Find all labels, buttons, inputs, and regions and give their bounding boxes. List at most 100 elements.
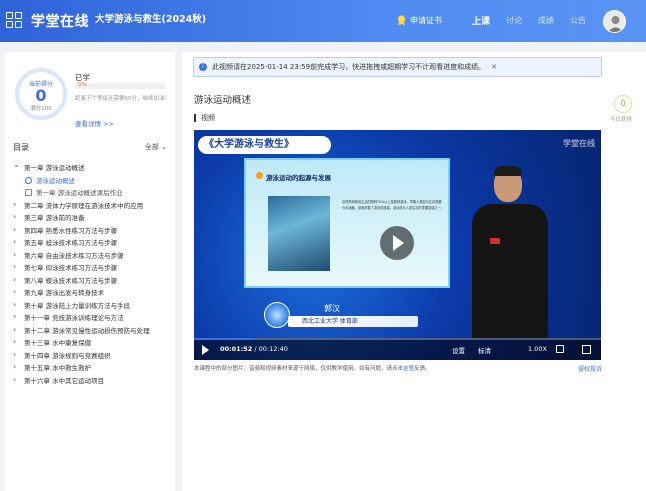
toc-item-label: 第十四章 游泳规则与竞赛组织	[24, 351, 111, 360]
toc-item-label: 第十章 游泳陆上力量训练方法与手段	[24, 301, 131, 310]
slide-bullet-icon	[256, 172, 263, 179]
main-content: i 此视频请在2025-01-14 23:59前完成学习，快进拖拽或超期学习不计…	[182, 52, 646, 491]
disclaimer-end: 反馈。	[414, 366, 431, 372]
toc-item-label: 第六章 自由泳技术练习方法与步骤	[24, 251, 124, 260]
seek-fill	[194, 338, 254, 340]
control-play-icon[interactable]	[202, 345, 209, 355]
video-player[interactable]: 《大学游泳与救生》 学堂在线 游泳运动的起源与发展 自然界和陆地生活的物种70%…	[194, 130, 601, 360]
seek-bar[interactable]	[194, 338, 601, 340]
score-ring: 当前得分 0 满分100	[15, 68, 67, 120]
top-nav: 申请证书 上课 讨论 成绩 公告	[397, 14, 586, 27]
slide-title: 游泳运动的起源与发展	[266, 174, 331, 182]
toc-chapter[interactable]: 第五章 蛙泳技术练习方法与步骤	[10, 237, 170, 250]
user-avatar-icon	[607, 16, 624, 32]
toc-chapter[interactable]: 第四章 熟悉水性练习方法与步骤	[10, 225, 170, 238]
toc-item-label: 第九章 游泳出发与转身技术	[24, 289, 105, 297]
fullscreen-icon[interactable]	[582, 345, 591, 354]
learn-progress-bar: 0%	[75, 82, 165, 89]
document-icon	[25, 189, 32, 196]
toc-item-label: 第七章 仰泳技术练习方法与步骤	[24, 264, 118, 272]
close-notice-icon[interactable]: ✕	[491, 63, 497, 71]
avatar[interactable]	[603, 10, 626, 33]
top-bar: 学堂在线 大学游泳与救生(2024秋) 申请证书 上课 讨论 成绩 公告	[0, 0, 646, 42]
speed-button[interactable]: 1.00X	[528, 345, 547, 353]
toc-chapter[interactable]: 第二章 流体力学原理在游泳技术中的应用	[10, 200, 170, 213]
time-display: 00:01:52 / 00:12:40	[220, 345, 288, 353]
video-watermark: 学堂在线	[563, 139, 595, 148]
apply-cert-label: 申请证书	[409, 16, 442, 25]
presenter-nameplate: 郭汉 西北工业大学 体育部	[264, 302, 424, 330]
time-total: 00:12:40	[258, 345, 288, 353]
level-hint: 距离下个等级还需要60分，继续加油！	[75, 96, 170, 102]
video-lesson-icon	[25, 176, 32, 184]
notice-text: 此视频请在2025-01-14 23:59前完成学习，快进拖拽或超期学习不计观看…	[212, 63, 486, 71]
toc-item-label: 第一章 游泳运动概述	[24, 164, 85, 172]
nav-announcements[interactable]: 公告	[570, 15, 586, 26]
toc-item-label: 第十一章 竞技游泳训练理论与方法	[24, 314, 124, 322]
toc-chapter[interactable]: 第三章 游泳前的准备	[10, 212, 170, 225]
toc-lesson[interactable]: 游泳运动概述	[10, 175, 170, 188]
toc-chapter[interactable]: 第十六章 水中其它运动项目	[10, 375, 170, 388]
toc-item-label: 第十五章 水中救生救护	[24, 364, 92, 372]
nav-discussion[interactable]: 讨论	[506, 15, 522, 26]
globe-icon	[264, 302, 290, 328]
lecture-slide: 游泳运动的起源与发展 自然界和陆地生活的物种70%以上是能够游泳，早期人类因为生…	[244, 158, 450, 288]
quality-button[interactable]: 标清	[478, 345, 491, 355]
video-controls: 00:01:52 / 00:12:40 设置 标清 1.00X	[194, 338, 601, 360]
learn-progress-pct: 0%	[78, 82, 87, 88]
toc-chapter[interactable]: 第九章 游泳出发与转身技术	[10, 287, 170, 300]
apply-cert-button[interactable]: 申请证书	[397, 15, 442, 26]
logo-icon	[6, 11, 26, 31]
view-details-link[interactable]: 查看详情 >>	[75, 118, 114, 128]
toc-item-label: 第三章 游泳前的准备	[24, 214, 85, 222]
logo[interactable]: 学堂在线	[6, 11, 89, 31]
volume-icon[interactable]	[556, 345, 564, 353]
slide-image	[268, 196, 330, 271]
toc-homework[interactable]: 第一章 游泳运动概述课后作业	[10, 187, 170, 200]
feedback-link[interactable]: 这里	[403, 366, 414, 372]
copyright-disclaimer: 本课程中的部分图片、音频和视频素材来源于网络，仅供教学使用。如有问题，请点击这里…	[194, 364, 431, 372]
score-value: 0	[35, 86, 47, 105]
nav-class[interactable]: 上课	[472, 14, 490, 27]
section-label: 视频	[194, 114, 215, 122]
toc-chapter[interactable]: 第十章 游泳陆上力量训练方法与手段	[10, 300, 170, 313]
settings-button[interactable]: 设置	[452, 345, 465, 355]
logo-text: 学堂在线	[31, 14, 89, 30]
info-icon: i	[199, 63, 207, 71]
video-banner: 《大学游泳与救生》	[198, 136, 331, 154]
toc-item-label: 第十三章 水中康复保健	[24, 339, 92, 347]
toc-item-label: 第四章 熟悉水性练习方法与步骤	[24, 226, 118, 235]
deadline-notice: i 此视频请在2025-01-14 23:59前完成学习，快进拖拽或超期学习不计…	[193, 57, 602, 77]
toc-item-label: 第十二章 游泳常见慢性运动损伤预防与处理	[24, 326, 150, 335]
toc-item-label: 第十六章 水中其它运动项目	[24, 376, 105, 385]
toc-chapter[interactable]: 第六章 自由泳技术练习方法与步骤	[10, 250, 170, 263]
toc-chapter[interactable]: 第七章 仰泳技术练习方法与步骤	[10, 262, 170, 275]
time-current: 00:01:52	[220, 345, 253, 353]
toc-item-label: 游泳运动概述	[36, 176, 75, 185]
report-link[interactable]: 侵权投诉	[578, 364, 602, 373]
toc-item-label: 第二章 流体力学原理在游泳技术中的应用	[24, 201, 144, 210]
disclaimer-text: 本课程中的部分图片、音频和视频素材来源于网络，仅供教学使用。如有问题，请点击	[194, 366, 404, 372]
toc-header: 目录 全部 ⌄	[13, 142, 167, 153]
toc-chapter[interactable]: 第十五章 水中救生救护	[10, 362, 170, 375]
toc-chapter[interactable]: 第十四章 游泳规则与竞赛组织	[10, 350, 170, 363]
toc-chapter[interactable]: 第十三章 水中康复保健	[10, 337, 170, 350]
slide-text: 自然界和陆地生活的物种70%以上是能够游泳，早期人类因为生存需要与水接触，逐渐掌…	[342, 200, 444, 210]
toc-chapter[interactable]: 第一章 游泳运动概述	[10, 161, 170, 175]
toc-filter-dropdown[interactable]: 全部 ⌄	[145, 142, 167, 152]
toc-item-label: 第一章 游泳运动概述课后作业	[36, 189, 123, 197]
play-icon[interactable]	[380, 226, 414, 260]
toc-chapter[interactable]: 第十一章 竞技游泳训练理论与方法	[10, 312, 170, 325]
presenter-affiliation: 西北工业大学 体育部	[288, 316, 418, 327]
sidebar: 当前得分 0 满分100 已学 0% 距离下个等级还需要60分，继续加油！ 查看…	[5, 52, 175, 491]
certificate-icon	[397, 15, 406, 26]
presenter-name: 郭汉	[324, 304, 340, 313]
page-title: 游泳运动概述	[194, 95, 252, 106]
nav-grades[interactable]: 成绩	[538, 15, 554, 26]
toc-chapter[interactable]: 第八章 蝶泳技术练习方法与步骤	[10, 275, 170, 288]
toc-list: 第一章 游泳运动概述游泳运动概述第一章 游泳运动概述课后作业第二章 流体力学原理…	[10, 161, 170, 388]
presenter-figure	[462, 166, 562, 338]
today-score: 0	[614, 95, 632, 113]
score-full: 满分100	[30, 106, 52, 112]
toc-chapter[interactable]: 第十二章 游泳常见慢性运动损伤预防与处理	[10, 325, 170, 338]
